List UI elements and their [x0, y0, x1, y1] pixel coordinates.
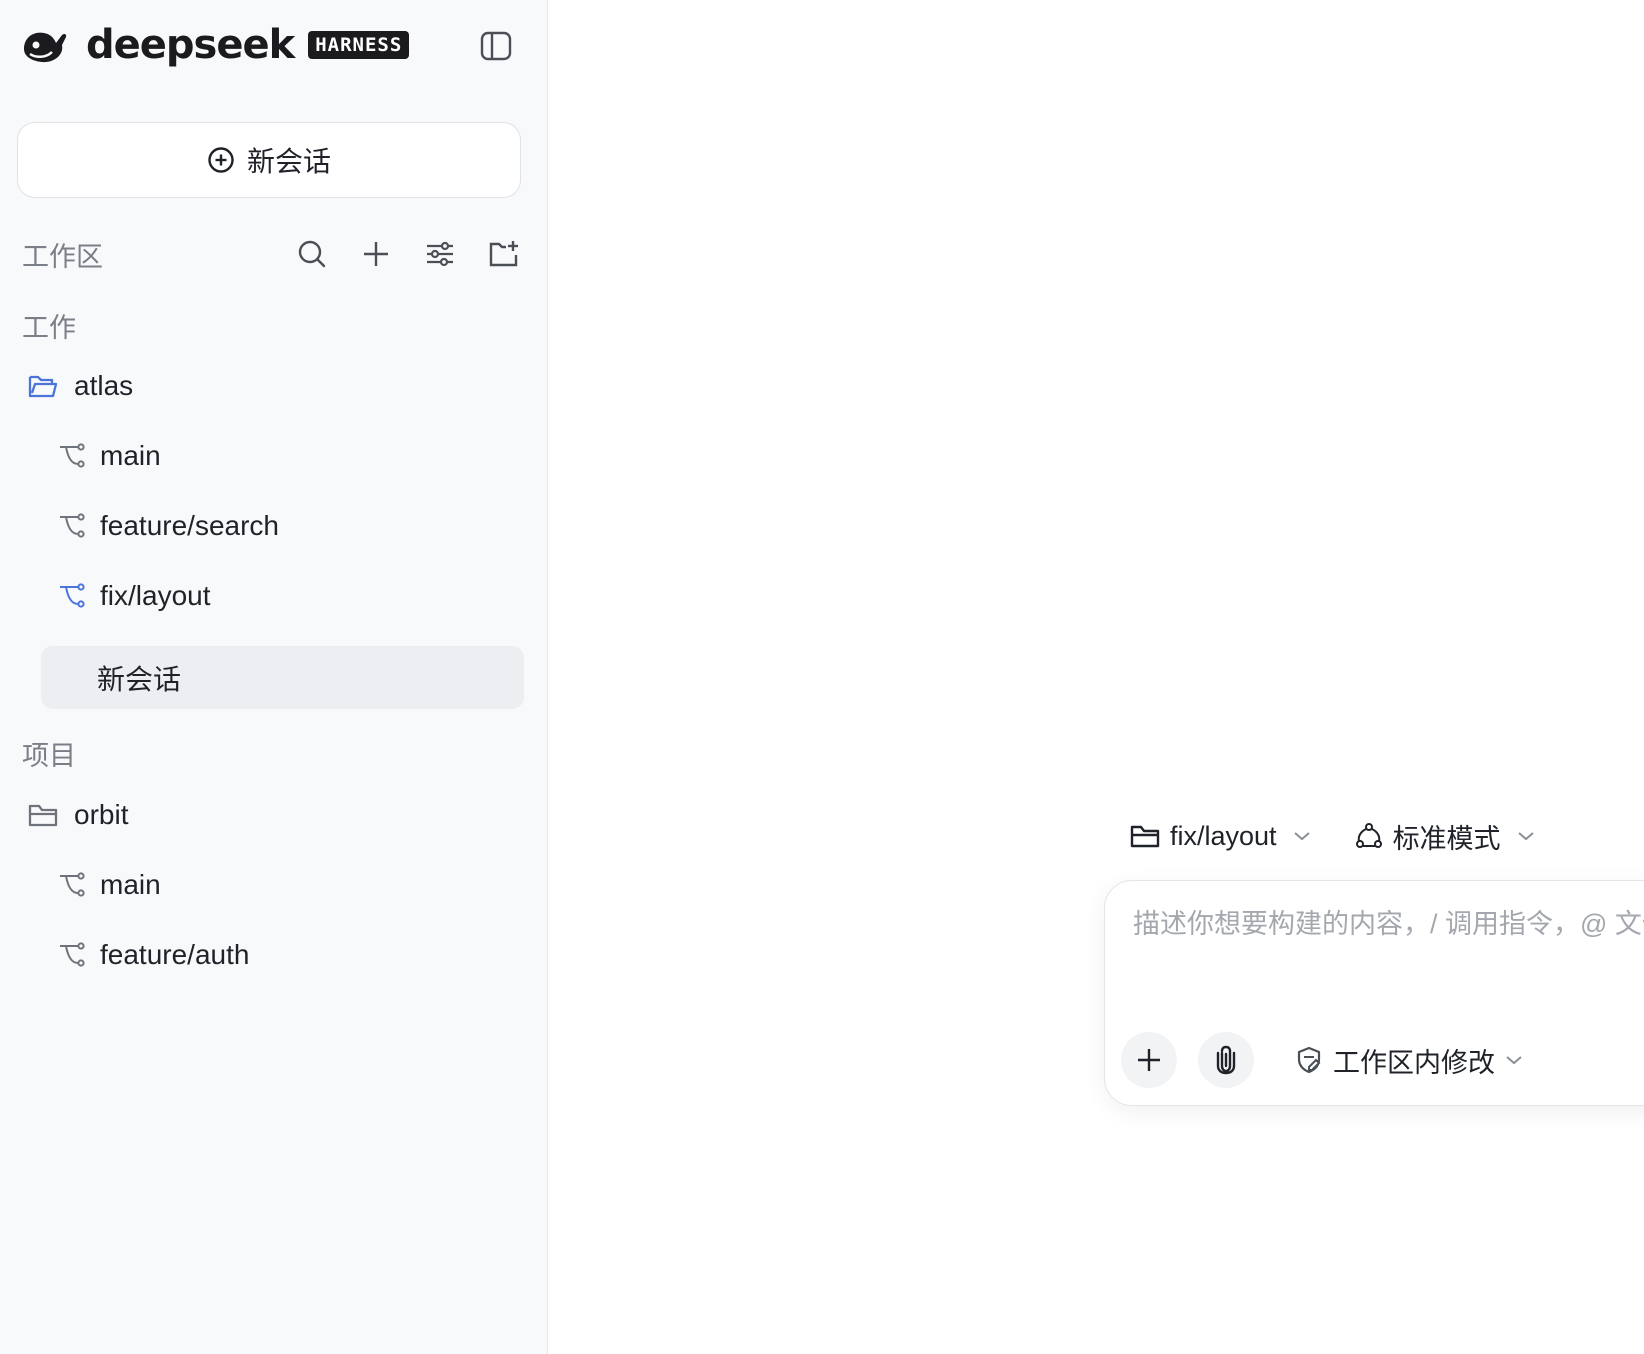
- new-folder-icon[interactable]: [486, 236, 522, 272]
- filter-sliders-icon[interactable]: [422, 236, 458, 272]
- branch-icon: [60, 942, 85, 967]
- repo-item-orbit[interactable]: orbit: [28, 793, 128, 837]
- folder-open-icon: [28, 375, 58, 398]
- workspace-header: 工作区: [22, 234, 522, 274]
- branch-label: main: [100, 869, 161, 900]
- chevron-down-icon: [1506, 1056, 1522, 1065]
- branch-item-feature-auth[interactable]: feature/auth: [58, 933, 249, 977]
- repo-label: orbit: [74, 799, 129, 830]
- chevron-down-icon: [1293, 832, 1310, 841]
- new-chat-label: 新会话: [246, 146, 331, 177]
- chevron-down-icon: [1517, 832, 1534, 841]
- new-chat-button[interactable]: 新会话: [17, 122, 521, 198]
- composer-box: 工作区内修改: [1104, 880, 1644, 1106]
- branch-icon: [60, 443, 85, 468]
- paperclip-icon: [1216, 1045, 1236, 1075]
- branch-label: feature/auth: [100, 939, 250, 970]
- brand-name: deepseek: [86, 22, 295, 68]
- group-label-projects: 项目: [22, 741, 76, 771]
- session-item-selected[interactable]: 新会话: [41, 646, 524, 709]
- repo-item-atlas[interactable]: atlas: [28, 364, 133, 408]
- branch-selector[interactable]: fix/layout: [1130, 821, 1311, 852]
- search-icon[interactable]: [294, 236, 330, 272]
- folder-icon: [28, 804, 58, 827]
- prompt-input[interactable]: [1133, 909, 1644, 940]
- mode-selector-label: 标准模式: [1392, 823, 1501, 854]
- workspace-title: 工作区: [22, 241, 103, 272]
- branch-item-feature-search[interactable]: feature/search: [58, 504, 279, 548]
- attach-button[interactable]: [1198, 1032, 1254, 1088]
- mode-selector[interactable]: 标准模式: [1355, 817, 1535, 856]
- repo-label: atlas: [74, 370, 134, 401]
- group-label-work: 工作: [22, 313, 76, 343]
- brand: deepseek HARNESS: [20, 22, 410, 68]
- branch-selector-label: fix/layout: [1170, 820, 1277, 851]
- plus-icon: [1138, 1049, 1160, 1071]
- branch-icon: [60, 513, 85, 538]
- branch-label: main: [100, 440, 161, 471]
- branch-item-main[interactable]: main: [58, 863, 161, 907]
- workspace-tools: [294, 234, 522, 274]
- branch-label: fix/layout: [100, 580, 211, 611]
- session-label: 新会话: [97, 663, 182, 695]
- mode-icon: [1355, 823, 1382, 848]
- branch-label: feature/search: [100, 510, 279, 541]
- branch-item-main[interactable]: main: [58, 434, 161, 478]
- branch-icon: [60, 583, 85, 608]
- folder-icon: [1130, 825, 1160, 848]
- brand-badge: HARNESS: [308, 31, 410, 59]
- whale-logo-icon: [24, 32, 67, 63]
- composer-selectors: fix/layout 标准模式: [1130, 816, 1535, 856]
- branch-item-fix-layout[interactable]: fix/layout: [58, 574, 211, 618]
- permission-label: 工作区内修改: [1333, 1047, 1495, 1078]
- add-context-button[interactable]: [1121, 1032, 1177, 1088]
- sidebar: deepseek HARNESS 新会话 工作区 工作 atlas main f…: [0, 0, 548, 1354]
- sidebar-toggle-icon[interactable]: [478, 28, 514, 64]
- plus-circle-icon: [208, 147, 234, 173]
- shield-edit-icon: [1297, 1046, 1321, 1074]
- branch-icon: [60, 872, 85, 897]
- permission-selector[interactable]: 工作区内修改: [1295, 1040, 1523, 1080]
- add-icon[interactable]: [358, 236, 394, 272]
